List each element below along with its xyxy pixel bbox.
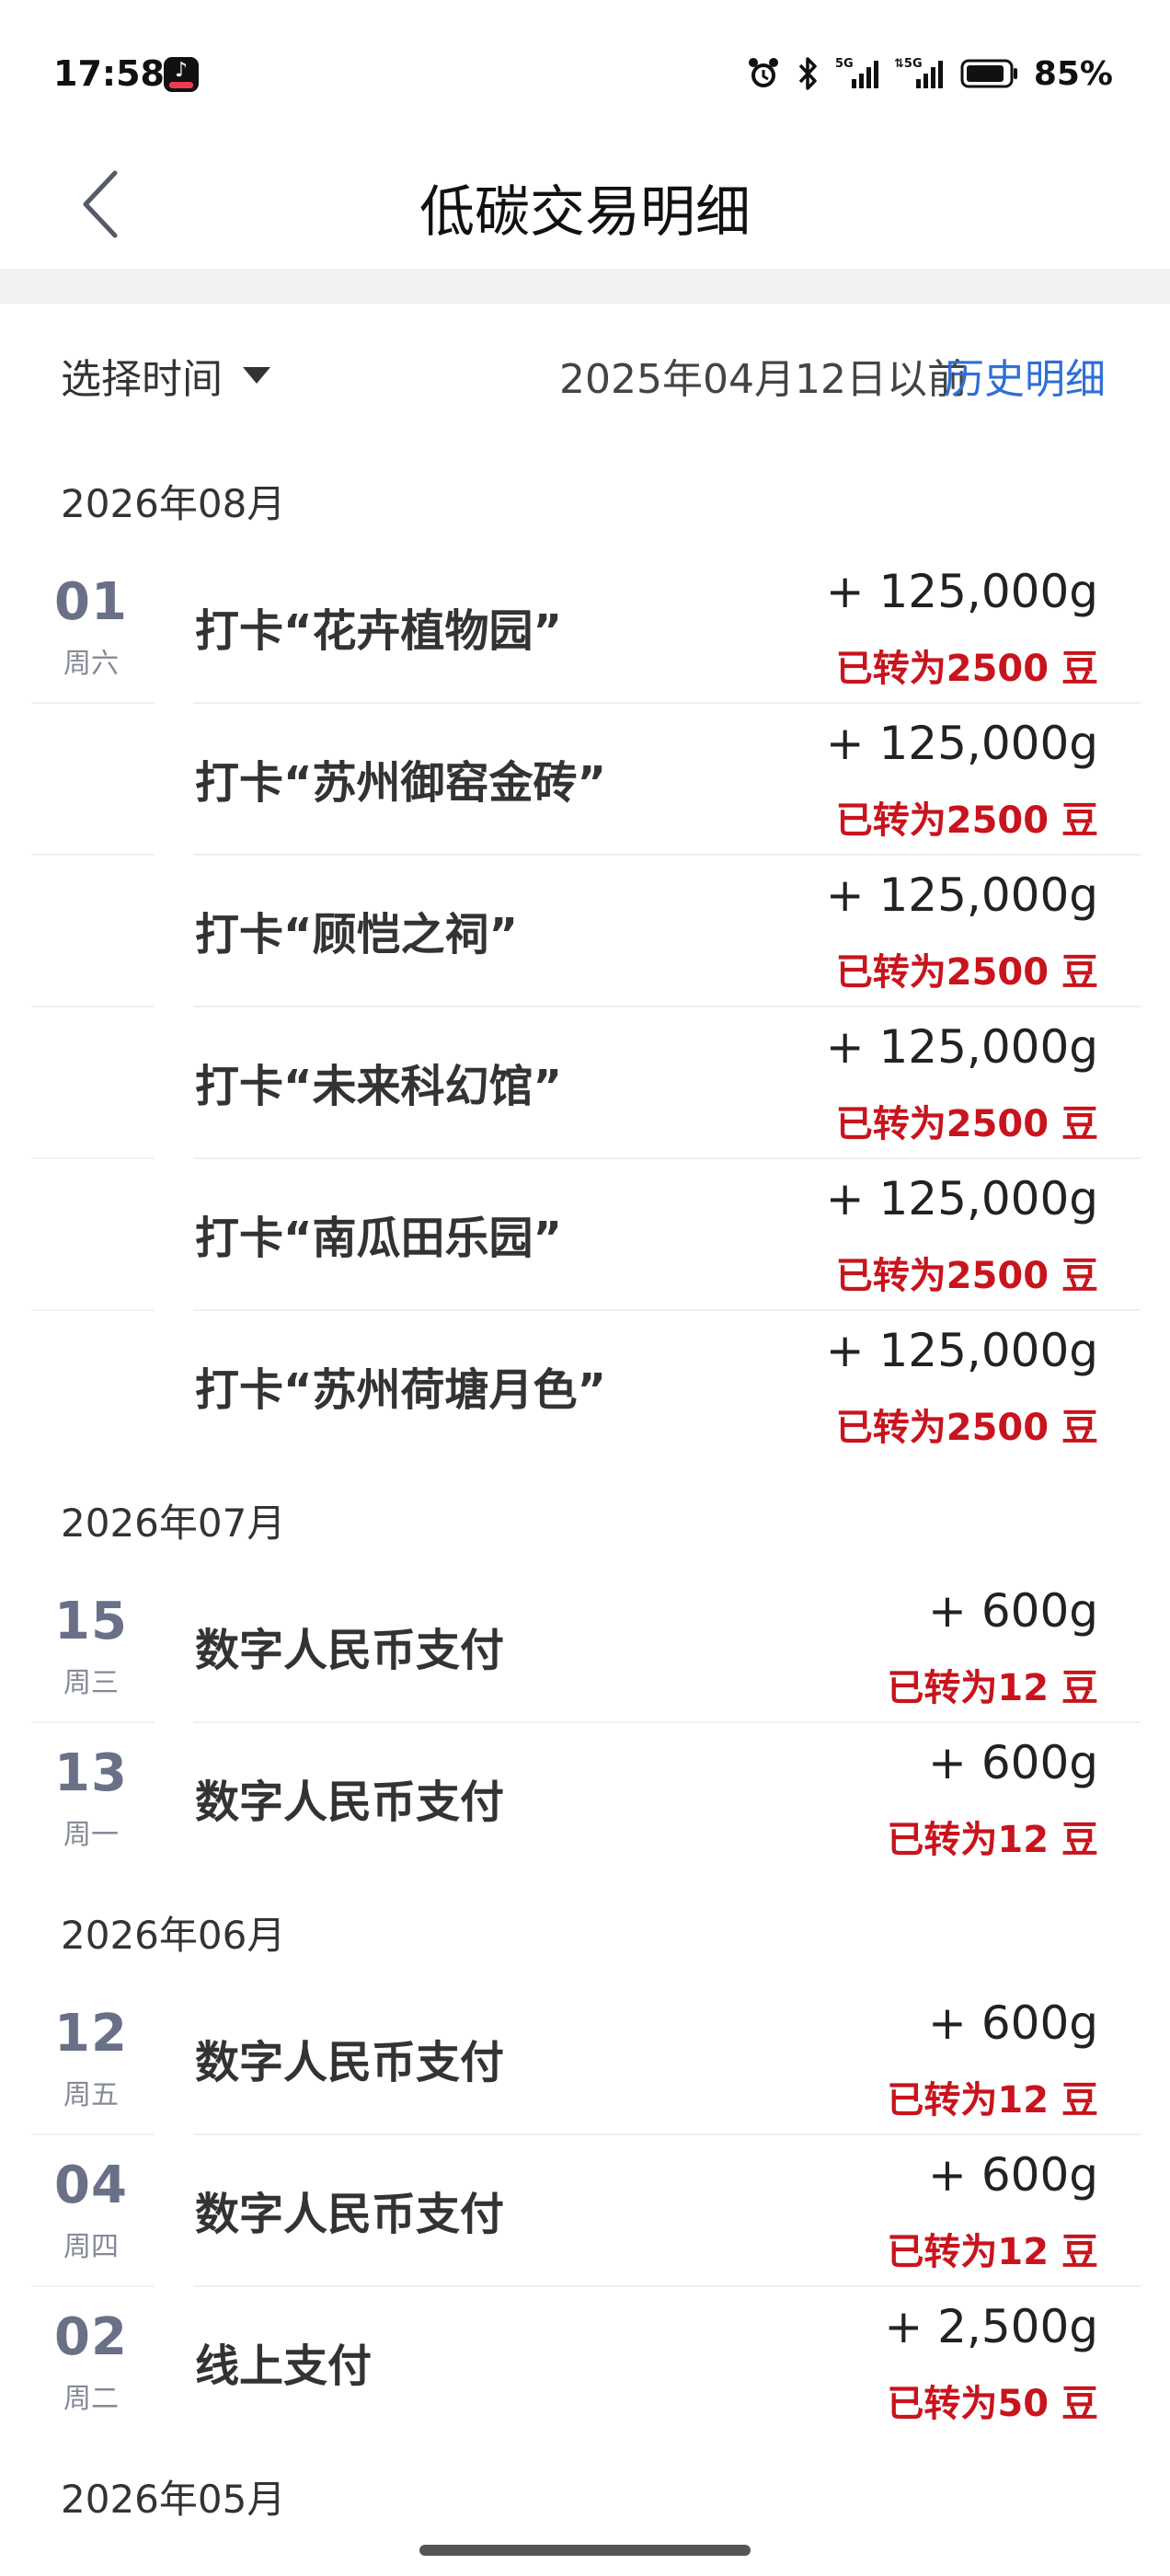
- date-column: 04 周四: [31, 2133, 155, 2285]
- battery-percent: 85%: [1033, 54, 1113, 93]
- transaction-amount: + 600g: [928, 1996, 1098, 2050]
- transaction-amount: + 125,000g: [825, 1324, 1098, 1377]
- beans-converted: 已转为2500 豆: [835, 1103, 1098, 1145]
- beans-converted: 已转为12 豆: [887, 2079, 1098, 2122]
- transaction-title: 打卡“顾恺之祠”: [195, 908, 519, 960]
- time-select-label: 选择时间: [61, 356, 223, 403]
- transaction-row[interactable]: 打卡“苏州荷塘月色” + 125,000g 已转为2500 豆: [0, 1309, 1170, 1461]
- day-number: 04: [54, 2156, 128, 2215]
- svg-text:⇅5G: ⇅5G: [894, 57, 923, 71]
- signal-5g-icon: ⇅5G: [894, 57, 943, 88]
- transaction-title: 打卡“苏州御窑金砖”: [195, 756, 607, 809]
- transaction-row[interactable]: 01 周六 打卡“花卉植物园” + 125,000g 已转为2500 豆: [0, 550, 1170, 702]
- date-column: 12 周五: [31, 1982, 155, 2133]
- transaction-title: 打卡“苏州荷塘月色”: [195, 1363, 607, 1416]
- date-column: [31, 854, 155, 1006]
- status-icons: 5G ⇅5G 85%: [745, 53, 1113, 94]
- transaction-row[interactable]: 打卡“顾恺之祠” + 125,000g 已转为2500 豆: [0, 854, 1170, 1006]
- transaction-list: 2026年08月 01 周六 打卡“花卉植物园” + 125,000g 已转为2500 豆…: [0, 442, 1170, 2546]
- transaction-amount: + 125,000g: [825, 1020, 1098, 1074]
- transaction-row[interactable]: 打卡“南瓜田乐园” + 125,000g 已转为2500 豆: [0, 1157, 1170, 1309]
- transaction-title: 打卡“未来科幻馆”: [195, 1060, 563, 1112]
- signal-5g-icon: 5G: [835, 57, 878, 88]
- beans-converted: 已转为2500 豆: [835, 951, 1098, 994]
- dropdown-caret-icon: [243, 367, 270, 384]
- date-column: [31, 1006, 155, 1157]
- weekday-label: 周六: [63, 648, 119, 680]
- page: 17:58 ♪ 5G ⇅5G 85% 低碳交易明细 选择时间 2025年04月1…: [0, 0, 1170, 2576]
- status-time: 17:58: [53, 53, 165, 94]
- battery-icon: [960, 59, 1017, 88]
- date-column: [31, 702, 155, 854]
- day-number: 13: [54, 1743, 128, 1803]
- month-header: 2026年06月: [61, 1913, 286, 1958]
- beans-converted: 已转为50 豆: [887, 2383, 1098, 2425]
- tiktok-icon: ♪: [164, 57, 199, 92]
- transaction-row[interactable]: 打卡“苏州御窑金砖” + 125,000g 已转为2500 豆: [0, 702, 1170, 854]
- day-number: 15: [54, 1592, 128, 1651]
- beans-converted: 已转为12 豆: [887, 1819, 1098, 1861]
- month-header: 2026年08月: [61, 481, 286, 526]
- date-column: 01 周六: [31, 550, 155, 702]
- weekday-label: 周二: [63, 2383, 119, 2415]
- time-select-dropdown[interactable]: 选择时间: [61, 346, 270, 405]
- transaction-title: 数字人民币支付: [195, 2188, 505, 2240]
- transaction-amount: + 125,000g: [825, 717, 1098, 770]
- transaction-title: 数字人民币支付: [195, 1624, 505, 1676]
- history-details-link[interactable]: 历史明细: [944, 346, 1106, 405]
- date-column: 02 周二: [31, 2285, 155, 2437]
- beans-converted: 已转为2500 豆: [835, 1255, 1098, 1297]
- weekday-label: 周四: [63, 2231, 119, 2263]
- date-column: 15 周三: [31, 1570, 155, 1721]
- transaction-title: 数字人民币支付: [195, 2036, 505, 2088]
- beans-converted: 已转为12 豆: [887, 2231, 1098, 2273]
- month-header: 2026年07月: [61, 1501, 286, 1546]
- weekday-label: 周五: [63, 2079, 119, 2111]
- transaction-title: 线上支付: [195, 2340, 373, 2392]
- transaction-amount: + 125,000g: [825, 565, 1098, 618]
- transaction-row[interactable]: 02 周二 线上支付 + 2,500g 已转为50 豆: [0, 2285, 1170, 2437]
- day-number: 02: [54, 2307, 128, 2367]
- page-title: 低碳交易明细: [419, 180, 751, 245]
- transaction-row[interactable]: 12 周五 数字人民币支付 + 600g 已转为12 豆: [0, 1982, 1170, 2133]
- transaction-amount: + 600g: [928, 1584, 1098, 1638]
- weekday-label: 周三: [63, 1667, 119, 1699]
- before-date-label: 2025年04月12日以前: [559, 356, 968, 403]
- beans-converted: 已转为12 豆: [887, 1667, 1098, 1709]
- beans-converted: 已转为2500 豆: [835, 1407, 1098, 1449]
- weekday-label: 周一: [63, 1819, 119, 1851]
- date-column: [31, 1157, 155, 1309]
- status-bar: 17:58 ♪ 5G ⇅5G 85%: [0, 0, 1170, 147]
- date-column: [31, 1309, 155, 1461]
- home-indicator[interactable]: [419, 2545, 751, 2556]
- transaction-row[interactable]: 15 周三 数字人民币支付 + 600g 已转为12 豆: [0, 1570, 1170, 1721]
- beans-converted: 已转为2500 豆: [835, 648, 1098, 690]
- filter-row: 选择时间 2025年04月12日以前 历史明细: [0, 304, 1170, 442]
- month-header: 2026年05月: [61, 2477, 286, 2522]
- svg-text:5G: 5G: [835, 57, 854, 71]
- alarm-icon: [748, 58, 778, 87]
- transaction-row[interactable]: 04 周四 数字人民币支付 + 600g 已转为12 豆: [0, 2133, 1170, 2285]
- transaction-row[interactable]: 打卡“未来科幻馆” + 125,000g 已转为2500 豆: [0, 1006, 1170, 1157]
- transaction-title: 数字人民币支付: [195, 1776, 505, 1828]
- beans-converted: 已转为2500 豆: [835, 799, 1098, 842]
- transaction-amount: + 2,500g: [884, 2300, 1098, 2353]
- bluetooth-icon: [798, 57, 817, 90]
- transaction-amount: + 125,000g: [825, 1172, 1098, 1225]
- date-column: 13 周一: [31, 1721, 155, 1873]
- nav-bar: 低碳交易明细: [0, 147, 1170, 269]
- day-number: 01: [54, 572, 128, 632]
- transaction-amount: + 125,000g: [825, 868, 1098, 922]
- section-divider: [0, 269, 1170, 304]
- day-number: 12: [54, 2004, 128, 2064]
- transaction-title: 打卡“南瓜田乐园”: [195, 1212, 563, 1264]
- transaction-amount: + 600g: [928, 2148, 1098, 2202]
- transaction-title: 打卡“花卉植物园”: [195, 604, 563, 657]
- transaction-amount: + 600g: [928, 1736, 1098, 1789]
- transaction-row[interactable]: 13 周一 数字人民币支付 + 600g 已转为12 豆: [0, 1721, 1170, 1873]
